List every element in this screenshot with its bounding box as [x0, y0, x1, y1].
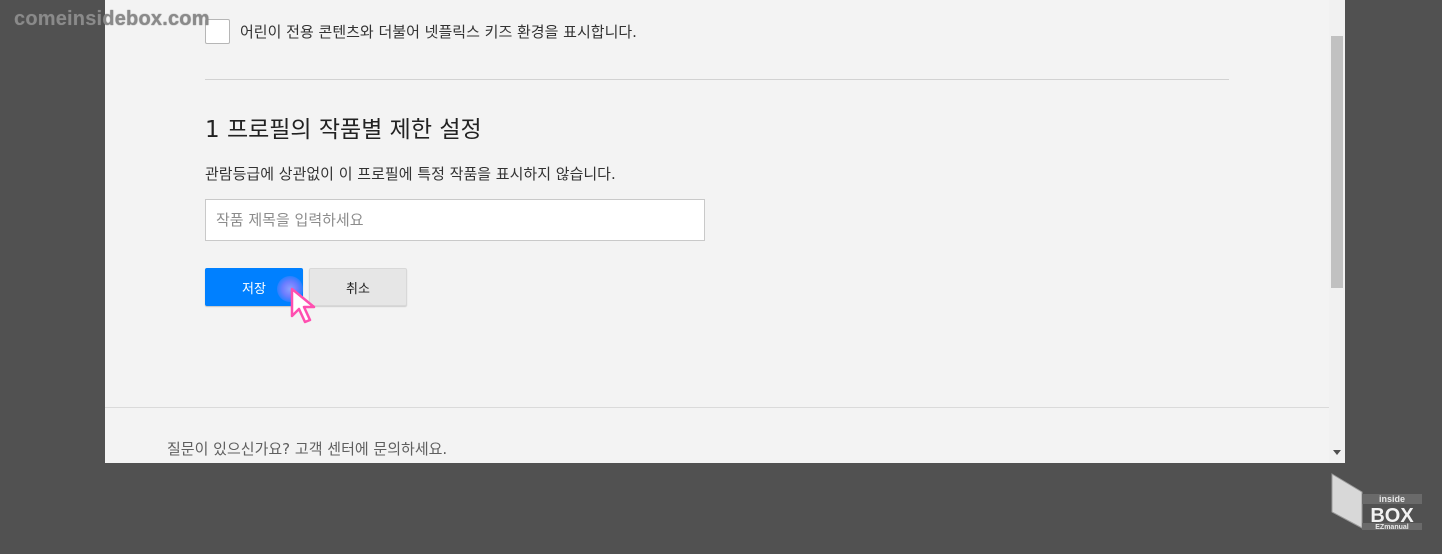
- insidebox-logo-icon: inside BOX EZmanual: [1331, 473, 1422, 531]
- scroll-down-arrow-icon[interactable]: [1333, 450, 1341, 455]
- section-divider: [205, 79, 1229, 80]
- site-watermark: comeinsidebox.com: [14, 8, 210, 30]
- restriction-title: 1 프로필의 작품별 제한 설정: [205, 117, 482, 143]
- scrollbar-thumb[interactable]: [1331, 36, 1343, 288]
- vertical-scrollbar[interactable]: [1329, 0, 1345, 463]
- kids-option-row: 어린이 전용 콘텐츠와 더불어 넷플릭스 키즈 환경을 표시합니다.: [205, 19, 637, 44]
- restriction-description: 관람등급에 상관없이 이 프로필에 특정 작품을 표시하지 않습니다.: [205, 165, 616, 183]
- logo-line1: inside: [1379, 494, 1405, 504]
- pointer-cursor-icon: [290, 287, 316, 324]
- logo-line3: EZmanual: [1375, 524, 1409, 531]
- kids-checkbox-label: 어린이 전용 콘텐츠와 더불어 넷플릭스 키즈 환경을 표시합니다.: [240, 23, 637, 41]
- settings-content: 어린이 전용 콘텐츠와 더불어 넷플릭스 키즈 환경을 표시합니다. 1 프로필…: [105, 0, 1329, 463]
- title-search-input[interactable]: [205, 199, 705, 241]
- footer-divider: [105, 407, 1329, 408]
- help-center-text[interactable]: 질문이 있으신가요? 고객 센터에 문의하세요.: [167, 438, 447, 459]
- settings-window: 어린이 전용 콘텐츠와 더불어 넷플릭스 키즈 환경을 표시합니다. 1 프로필…: [105, 0, 1345, 463]
